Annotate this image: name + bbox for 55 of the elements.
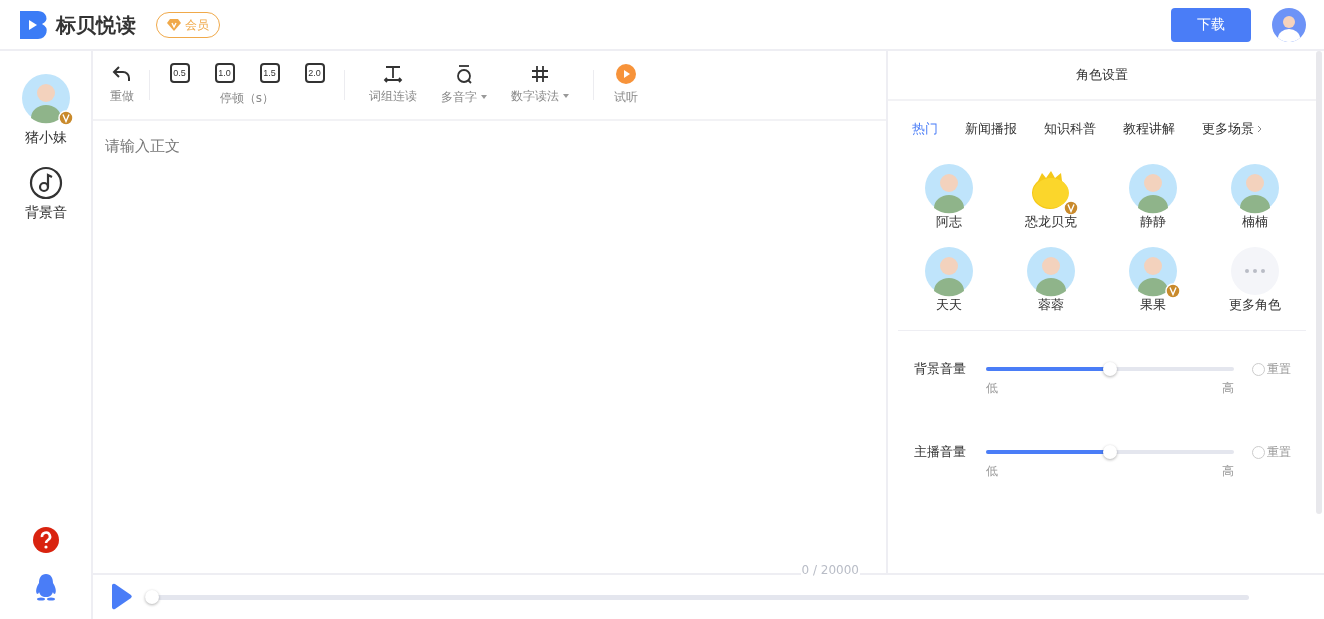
volume-label: 背景音量: [914, 360, 967, 378]
pause-button[interactable]: 1.5: [259, 63, 280, 83]
user-avatar-icon[interactable]: [1272, 7, 1306, 42]
text-width-icon: [383, 65, 403, 83]
download-button[interactable]: 下载: [1171, 7, 1251, 42]
volume-slider[interactable]: [986, 362, 1234, 376]
voice-name[interactable]: 阿志: [936, 212, 962, 232]
help-icon[interactable]: [32, 527, 59, 553]
pause-button[interactable]: 2.0: [304, 63, 325, 83]
tool-button[interactable]: 多音字: [441, 64, 487, 106]
tool-button[interactable]: 数字读法: [511, 65, 569, 105]
slider-thumb[interactable]: [1103, 445, 1117, 459]
play-icon[interactable]: [109, 583, 133, 611]
dropdown-caret-icon: [481, 95, 487, 99]
progress-slider[interactable]: [145, 590, 1249, 604]
voice-name[interactable]: 蓉蓉: [1038, 294, 1064, 314]
panel-title: 角色设置: [888, 51, 1316, 101]
more-scenes-link[interactable]: 更多场景: [1202, 119, 1262, 139]
voice-avatar[interactable]: [922, 161, 976, 215]
volume-label: 主播音量: [914, 443, 967, 461]
dropdown-caret-icon: [563, 94, 569, 98]
scene-tab[interactable]: 新闻播报: [965, 119, 1017, 139]
undo-button[interactable]: 重做: [107, 65, 137, 105]
sidebar-label[interactable]: 背景音: [24, 202, 67, 223]
logo-text: 标贝悦读: [56, 11, 136, 39]
voice-name[interactable]: 果果: [1140, 294, 1166, 314]
pause-button[interactable]: 1.0: [214, 63, 235, 83]
pause-button[interactable]: 0.5: [169, 63, 190, 83]
letter-icon: [455, 64, 473, 84]
hash-icon: [531, 65, 549, 83]
low-label: 低: [986, 380, 998, 397]
slider-thumb[interactable]: [1103, 362, 1117, 376]
music-note-icon[interactable]: [28, 166, 63, 200]
voice-name[interactable]: 楠楠: [1242, 212, 1268, 232]
penguin-icon[interactable]: [33, 573, 58, 601]
scene-tab[interactable]: 热门: [912, 119, 938, 139]
chevron-right-icon: [1257, 125, 1262, 133]
pause-label: 停顿（s）: [219, 90, 275, 107]
high-label: 高: [1222, 380, 1234, 397]
high-label: 高: [1222, 463, 1234, 480]
undo-icon: [112, 65, 132, 83]
logo-icon: [18, 9, 50, 40]
tool-button[interactable]: 词组连读: [369, 65, 417, 105]
voice-name[interactable]: 更多角色: [1229, 294, 1281, 314]
preview-button[interactable]: 试听: [614, 64, 638, 106]
voice-name[interactable]: 天天: [936, 294, 962, 314]
scene-tab[interactable]: 知识科普: [1044, 119, 1096, 139]
voice-name[interactable]: 恐龙贝克: [1025, 212, 1077, 232]
sidebar-label[interactable]: 猪小妹: [24, 127, 67, 148]
voice-name[interactable]: 静静: [1140, 212, 1166, 232]
voice-avatar[interactable]: [1126, 161, 1180, 215]
scene-tab[interactable]: 教程讲解: [1123, 119, 1175, 139]
volume-slider[interactable]: [986, 445, 1234, 459]
low-label: 低: [986, 463, 998, 480]
voice-avatar[interactable]: [1228, 161, 1282, 215]
